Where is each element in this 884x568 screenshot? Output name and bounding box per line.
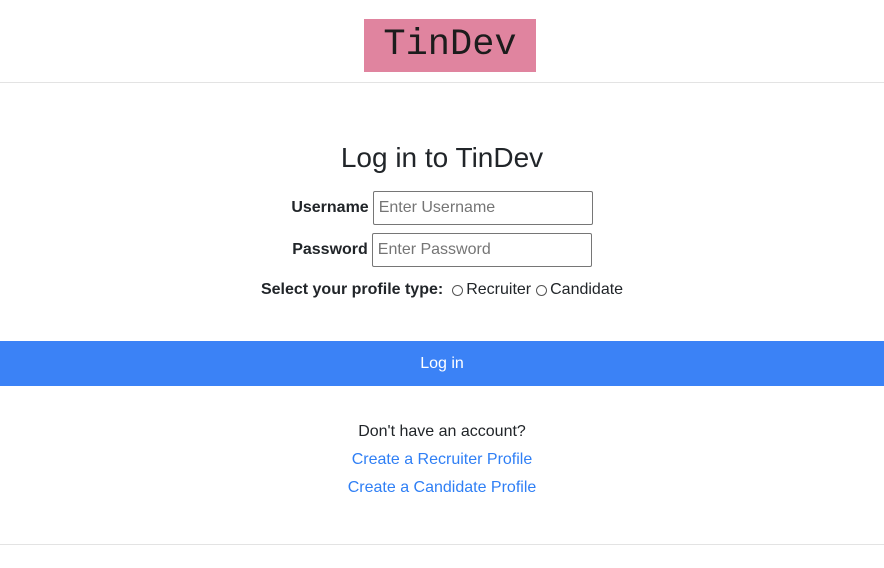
- candidate-radio[interactable]: [536, 284, 548, 296]
- create-recruiter-profile-link[interactable]: Create a Recruiter Profile: [0, 448, 884, 472]
- candidate-radio-label[interactable]: Candidate: [550, 281, 623, 299]
- username-input[interactable]: [372, 191, 593, 225]
- profile-type-label: Select your profile type:: [260, 281, 444, 298]
- header-bar: TinDev: [0, 0, 884, 83]
- username-row: Username: [0, 190, 884, 226]
- profile-type-row: Select your profile type: Recruiter Cand…: [0, 278, 884, 302]
- login-button[interactable]: Log in: [0, 341, 884, 386]
- username-label: Username: [291, 199, 369, 216]
- password-input[interactable]: [371, 233, 592, 267]
- logo[interactable]: TinDev: [364, 19, 536, 72]
- password-label: Password: [292, 241, 368, 258]
- recruiter-radio-label[interactable]: Recruiter: [466, 281, 531, 299]
- password-row: Password: [0, 232, 884, 268]
- signup-prompt: Don't have an account?: [358, 423, 526, 440]
- footer-divider: [0, 544, 884, 545]
- page-title: Log in to TinDev: [340, 142, 544, 173]
- recruiter-radio[interactable]: [452, 284, 464, 296]
- create-candidate-profile-link[interactable]: Create a Candidate Profile: [0, 476, 884, 500]
